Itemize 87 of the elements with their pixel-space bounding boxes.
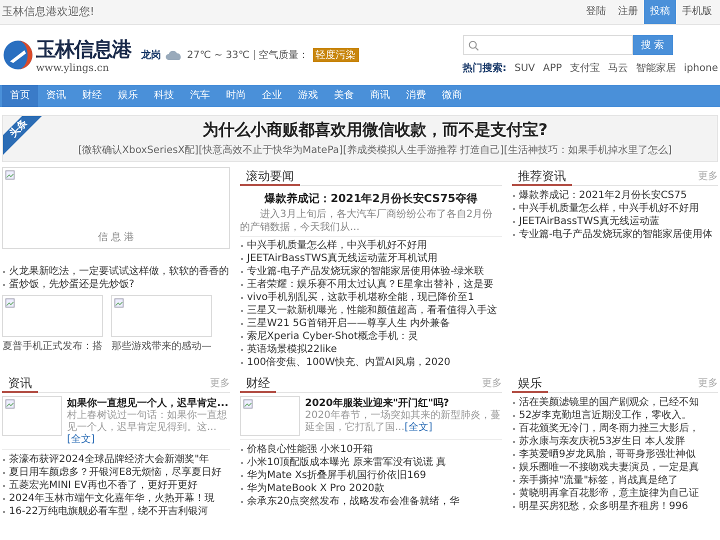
- cloud-icon: [165, 50, 183, 60]
- news-link[interactable]: 余承东20点突然发布，战略发布会准备就绪，华: [240, 495, 460, 508]
- thumb-caption[interactable]: 夏普手机正式发布：搭: [2, 339, 102, 353]
- news-link[interactable]: JEETAirBassTWS真无线运动蓝牙耳机试用: [240, 252, 438, 265]
- news-link[interactable]: 三星又一款新机曝光，性能和颜值超高，看看值得入手这: [240, 304, 497, 317]
- news-link[interactable]: 五菱宏光MINI EV再也不香了，更好开更好: [2, 479, 198, 492]
- feature-title[interactable]: 如果你一直想见一个人，迟早肯定...: [67, 396, 230, 410]
- top-link[interactable]: 手机版: [676, 0, 718, 24]
- temperature-text: 27℃ ~ 33℃: [187, 50, 250, 60]
- hot-search-link[interactable]: APP: [543, 62, 562, 74]
- headline-link[interactable]: [快意高效不止于快华为MatePa]: [198, 143, 343, 157]
- feature-title[interactable]: 2020年服装业迎来"开门红"吗?: [305, 396, 502, 410]
- section-title: 滚动要闻: [240, 168, 300, 186]
- city-name: 龙岗: [141, 48, 161, 62]
- news-link[interactable]: 专业篇-电子产品发烧玩家的智能家居使用体: [512, 228, 713, 241]
- headline-link[interactable]: [生活神技巧：如果手机掉水里了怎么]: [504, 143, 672, 157]
- broken-image-icon: [5, 170, 15, 180]
- hot-search-link[interactable]: SUV: [514, 62, 536, 74]
- image-placeholder[interactable]: [111, 295, 212, 337]
- feature-summary: 村上春树说过一句话：如果你一直想见一个人，迟早肯定见得到。这... [全文]: [67, 410, 228, 446]
- site-url: www.ylings.cn: [36, 63, 110, 74]
- full-text-link[interactable]: [全文]: [67, 434, 95, 445]
- hot-search-label: 热门搜索:: [462, 61, 506, 75]
- news-link[interactable]: 李英爱晒9岁龙凤胎，哥哥身形强壮神似: [512, 448, 696, 461]
- news-link[interactable]: 中兴手机质量怎么样，中兴手机好不好用: [512, 202, 699, 215]
- news-link[interactable]: 爆款养成记：2021年2月份长安CS75: [512, 189, 687, 202]
- section-title: 资讯: [2, 375, 38, 393]
- news-link[interactable]: 中兴手机质量怎么样，中兴手机好不好用: [240, 239, 427, 252]
- welcome-text: 玉林信息港欢迎您!: [2, 4, 94, 20]
- news-link[interactable]: 英语场景模拟22like: [240, 343, 337, 356]
- feature-summary: 2020年春节，一场突如其来的新型肺炎，蔓延全国，它打乱了国...[全文]: [305, 410, 502, 434]
- news-link[interactable]: 夏日用车颜虑多？开银河E8无烦恼，尽享夏日好: [2, 466, 222, 479]
- headline-link[interactable]: [养成类模拟人生手游推荐 打造自己]: [342, 143, 504, 157]
- search-icon: [468, 40, 478, 50]
- news-link[interactable]: 华为Mate Xs折叠屏手机国行价依旧169: [240, 469, 426, 482]
- search-field[interactable]: [462, 35, 632, 55]
- image-placeholder[interactable]: [2, 396, 62, 436]
- news-link[interactable]: 苏永康与亲友庆祝53岁生日 本人发胖: [512, 435, 685, 448]
- air-quality-label: 空气质量：: [258, 48, 309, 62]
- news-link[interactable]: 小米10顶配版成本曝光 原来雷军没有说谎 真: [240, 456, 446, 469]
- news-link[interactable]: 蛋炒饭，先炒蛋还是先炒饭?: [2, 278, 134, 291]
- image-placeholder[interactable]: 信 息 港: [2, 167, 230, 249]
- broken-image-icon: [243, 399, 253, 409]
- news-link[interactable]: 华为MateBook X Pro 2020款: [240, 482, 384, 495]
- image-placeholder[interactable]: [2, 295, 103, 337]
- air-quality-badge: 轻度污染: [312, 48, 359, 62]
- headline-title[interactable]: 为什么小商贩都喜欢用微信收款，而不是支付宝?: [202, 120, 548, 141]
- news-link[interactable]: 活在美颜滤镜里的国产剧观众，已经不知: [512, 396, 699, 409]
- news-link[interactable]: 三星W21 5G首销开启——尊享人生 内外兼备: [240, 317, 450, 330]
- hot-search-link[interactable]: 智能家居: [636, 61, 676, 75]
- top-link[interactable]: 注册: [612, 0, 644, 24]
- news-link[interactable]: 亲手撕掉"流量"标签，肖战真是绝了: [512, 474, 678, 487]
- news-link[interactable]: 16-22万纯电旗舰必看车型，绕不开吉利银河: [2, 505, 208, 518]
- broken-image-icon: [114, 298, 124, 308]
- broken-image-icon: [5, 399, 15, 409]
- headline-link[interactable]: [微软确认XboxSeriesX配]: [78, 143, 199, 157]
- thumb-caption[interactable]: 那些游戏带来的感动—: [112, 339, 212, 353]
- news-link[interactable]: 100倍变焦、100W快充、内置AI风扇，2020: [240, 356, 450, 369]
- section-title: 娱乐: [512, 375, 548, 393]
- hot-search-link[interactable]: iphone: [684, 62, 718, 74]
- image-placeholder[interactable]: [240, 396, 300, 436]
- top-link[interactable]: 登陆: [580, 0, 612, 24]
- hot-search-link[interactable]: 支付宝: [570, 61, 600, 75]
- news-link[interactable]: 专业篇-电子产品发烧玩家的智能家居使用体验-绿米联: [240, 265, 484, 278]
- news-link[interactable]: 2024年玉林市端午文化嘉年华，火热开幕！現: [2, 492, 214, 505]
- image-caption: 信 息 港: [98, 230, 134, 244]
- broken-image-icon: [5, 298, 15, 308]
- section-title: 财经: [240, 375, 276, 393]
- section-title: 推荐资讯: [512, 168, 572, 186]
- news-link[interactable]: 娱乐圈唯一不接吻戏夫妻演员，一定是真: [512, 461, 699, 474]
- news-link[interactable]: JEETAirBassTWS真无线运动蓝: [512, 215, 660, 228]
- site-logo-text: 玉林信息港: [36, 36, 131, 63]
- hot-search-link[interactable]: 马云: [608, 61, 628, 75]
- news-link[interactable]: 明星买房犯愁，众多明星齐租房！996: [512, 500, 688, 513]
- news-link[interactable]: 茶濠布获评2024全球品牌经济大会新潮奖"年: [2, 453, 210, 466]
- full-text-link[interactable]: [全文]: [404, 422, 432, 433]
- news-link[interactable]: 索尼Xperia Cyber-Shot概念手机：灵: [240, 330, 418, 343]
- news-link[interactable]: 百花颁奖无冷门，周冬雨力挫三大影后，: [512, 422, 699, 435]
- news-link[interactable]: 价格良心性能强 小米10开箱: [240, 443, 373, 456]
- news-link[interactable]: 黄晓明再拿百花影帝，意主旋律为自己证: [512, 487, 699, 500]
- news-link[interactable]: 王者荣耀：娱乐赛不用太过认真？E星拿出替补，这是要: [240, 278, 494, 291]
- nav-tab[interactable]: 首页: [2, 85, 38, 107]
- news-link[interactable]: vivo手机别乱买，这款手机堪称全能，现已降价至1: [240, 291, 474, 304]
- news-link[interactable]: 52岁李克勤坦言近期没工作，零收入。: [512, 409, 692, 422]
- feature-summary: 进入3月上旬后，各大汽车厂商纷纷公布了各自2月份的产销数据，今天我们从...: [240, 208, 494, 234]
- feature-title[interactable]: 爆款养成记：2021年2月份长安CS75夺得: [240, 191, 502, 206]
- news-link[interactable]: 火龙果新吃法，一定要试试这样做，软软的香香的: [2, 265, 229, 278]
